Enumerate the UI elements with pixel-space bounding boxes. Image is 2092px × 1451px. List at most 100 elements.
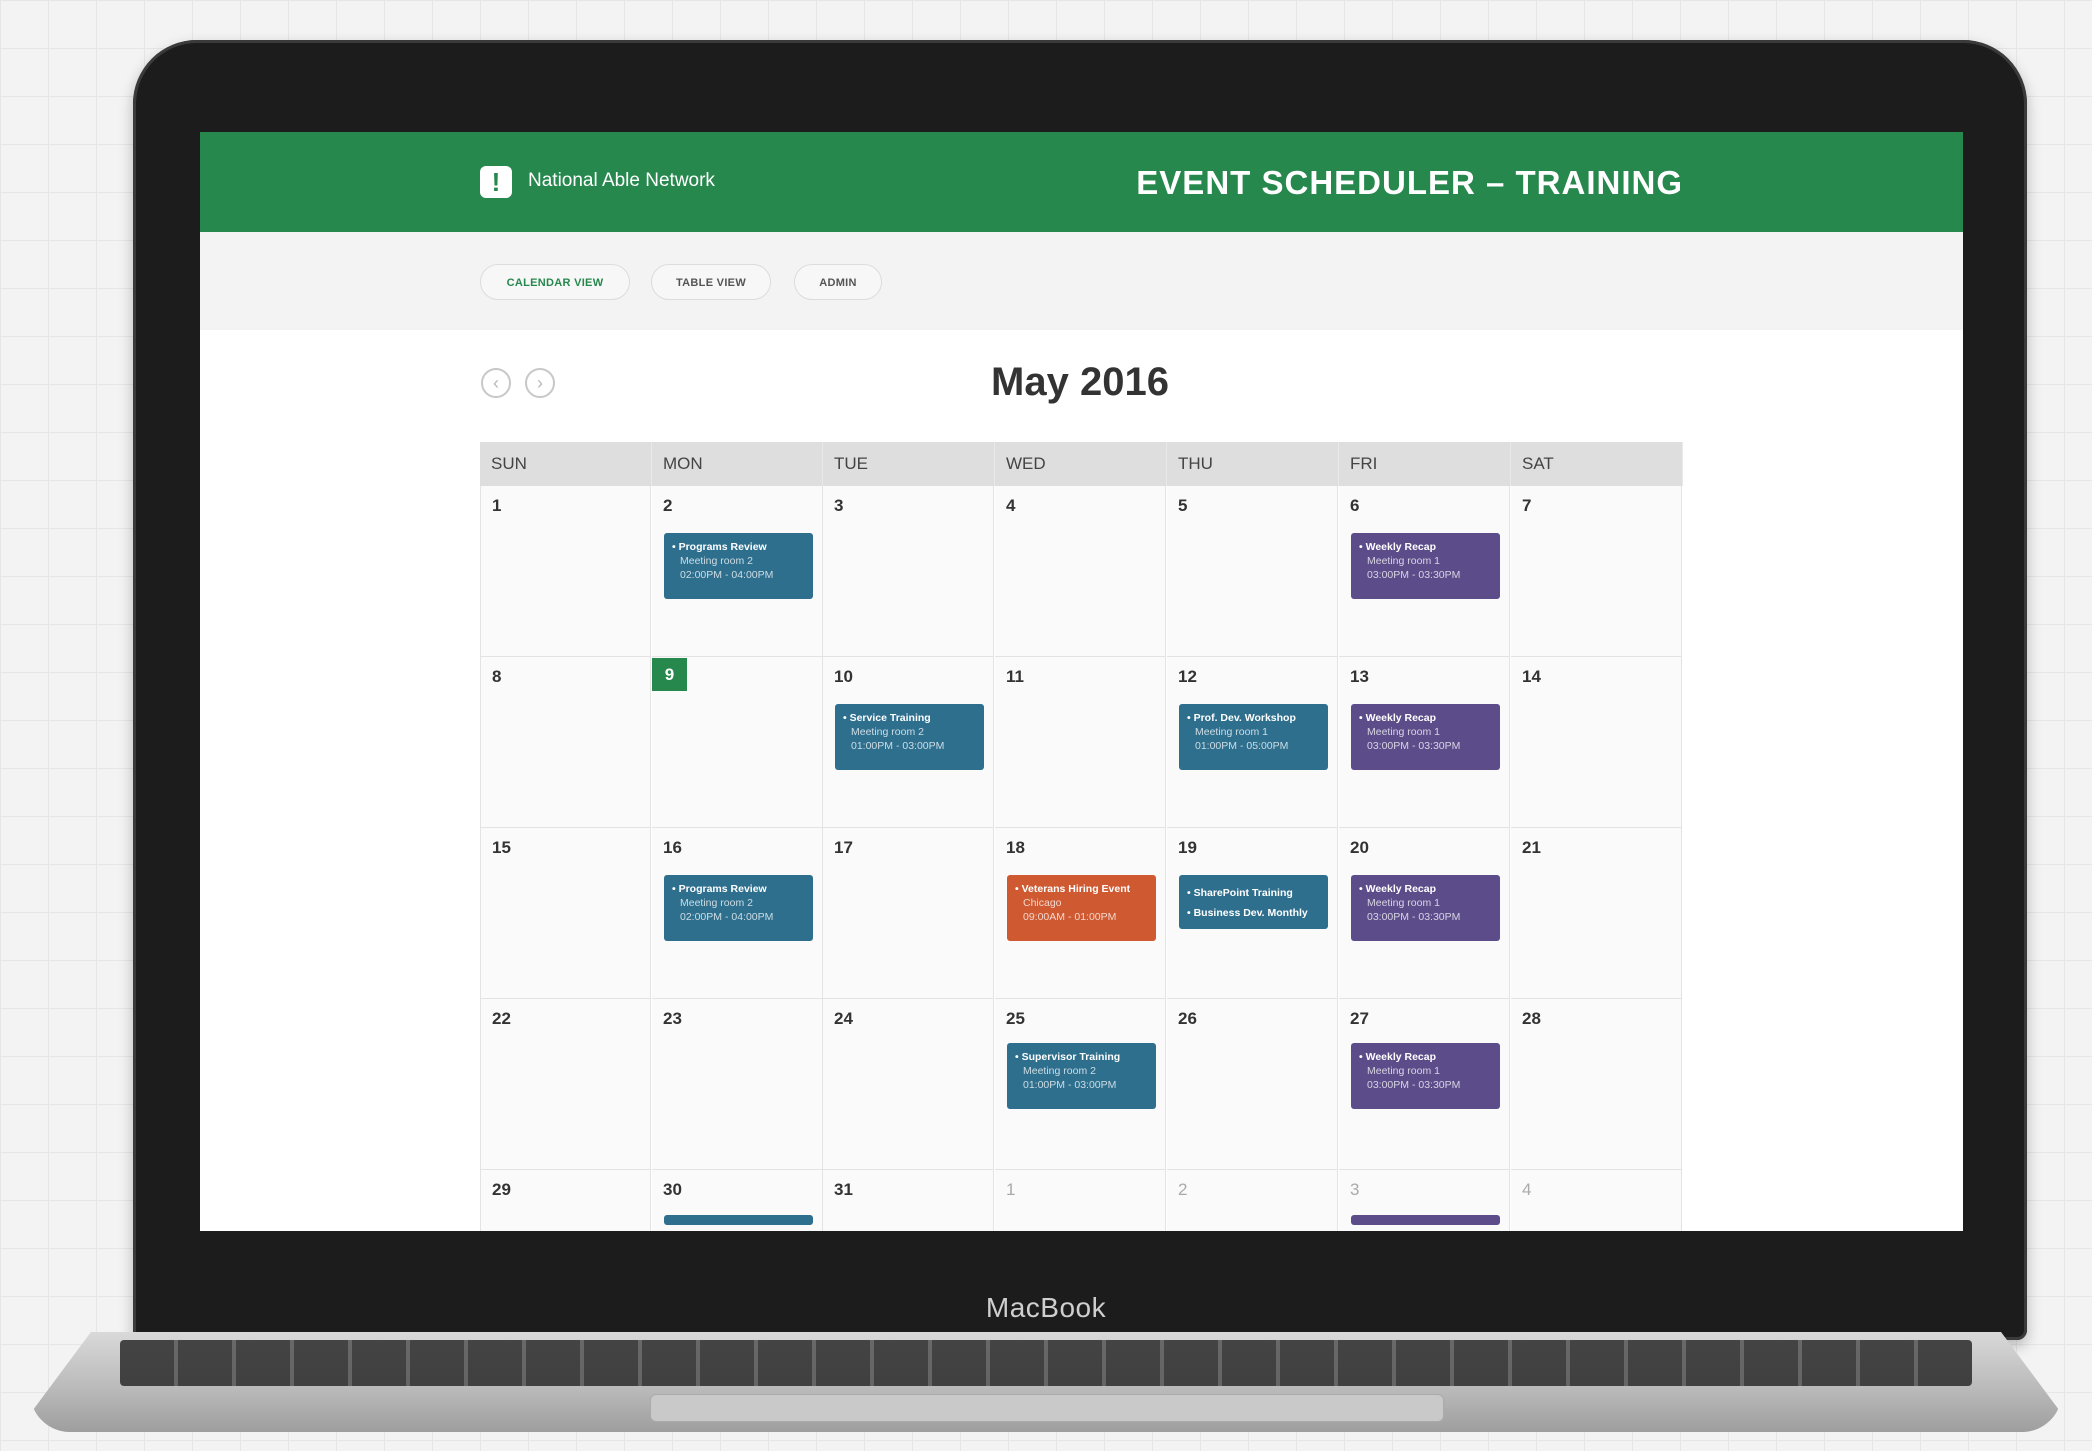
day-number: 4 <box>1006 496 1016 515</box>
weekday-sat: SAT <box>1511 442 1683 486</box>
weekday-sun: SUN <box>480 442 652 486</box>
day-cell[interactable]: 18 • Veterans Hiring Event Chicago 09:00AM… <box>995 828 1166 999</box>
event-veterans-hiring[interactable]: • Veterans Hiring Event Chicago 09:00AM - … <box>1007 875 1156 941</box>
tab-table-view[interactable]: TABLE VIEW <box>651 264 771 300</box>
event-programs-review[interactable]: • Programs Review Meeting room 2 02:00PM -… <box>664 875 813 941</box>
weekday-wed: WED <box>995 442 1167 486</box>
day-cell[interactable]: 26 <box>1167 999 1338 1170</box>
day-cell[interactable]: 19 • SharePoint Training • Business Dev. … <box>1167 828 1338 999</box>
day-number: 11 <box>1006 667 1024 686</box>
day-cell[interactable]: 22 <box>480 999 651 1170</box>
event-partial[interactable] <box>664 1215 813 1225</box>
day-number: 8 <box>492 667 502 686</box>
event-partial[interactable] <box>1351 1215 1500 1225</box>
day-cell[interactable]: 29 <box>480 1170 651 1231</box>
event-multi[interactable]: • SharePoint Training • Business Dev. Mon… <box>1179 875 1328 929</box>
tab-calendar-view[interactable]: CALENDAR VIEW <box>480 264 630 300</box>
event-location: Meeting room 1 <box>1195 726 1268 738</box>
day-cell[interactable]: 10 • Service Training Meeting room 2 01:00… <box>823 657 994 828</box>
event-time: 02:00PM - 04:00PM <box>680 911 774 923</box>
event-weekly-recap[interactable]: • Weekly Recap Meeting room 1 03:00PM - 03… <box>1351 875 1500 941</box>
event-time: 02:00PM - 04:00PM <box>680 569 774 581</box>
day-cell[interactable]: 27 • Weekly Recap Meeting room 1 03:00PM -… <box>1339 999 1510 1170</box>
day-cell[interactable]: 11 <box>995 657 1166 828</box>
event-service-training[interactable]: • Service Training Meeting room 2 01:00PM … <box>835 704 984 770</box>
day-number: 4 <box>1522 1180 1532 1199</box>
day-cell-next-month[interactable]: 1 <box>995 1170 1166 1231</box>
day-number: 1 <box>492 496 502 515</box>
event-location: Meeting room 1 <box>1367 555 1440 567</box>
day-cell[interactable]: 4 <box>995 486 1166 657</box>
day-cell-today[interactable]: 9 <box>652 657 823 828</box>
day-number: 21 <box>1522 838 1541 857</box>
view-tabs: CALENDAR VIEW TABLE VIEW ADMIN <box>200 232 1963 330</box>
weekday-tue: TUE <box>823 442 995 486</box>
day-cell[interactable]: 25 • Supervisor Training Meeting room 2 01… <box>995 999 1166 1170</box>
event-time: 03:00PM - 03:30PM <box>1367 740 1461 752</box>
day-number: 20 <box>1350 838 1369 857</box>
event-location: Meeting room 1 <box>1367 726 1440 738</box>
event-time: 03:00PM - 03:30PM <box>1367 1079 1461 1091</box>
day-number: 13 <box>1350 667 1369 686</box>
day-cell[interactable]: 2 • Programs Review Meeting room 2 02:00PM… <box>652 486 823 657</box>
today-marker: 9 <box>652 658 687 691</box>
event-time: 01:00PM - 03:00PM <box>1023 1079 1117 1091</box>
tab-admin[interactable]: ADMIN <box>794 264 882 300</box>
event-weekly-recap[interactable]: • Weekly Recap Meeting room 1 03:00PM - 03… <box>1351 533 1500 599</box>
day-number: 7 <box>1522 496 1532 515</box>
event-location: Meeting room 1 <box>1367 897 1440 909</box>
day-number: 27 <box>1350 1009 1369 1028</box>
day-cell[interactable]: 5 <box>1167 486 1338 657</box>
event-location: Chicago <box>1023 897 1062 909</box>
event-title: • Service Training <box>843 712 931 724</box>
event-time: 09:00AM - 01:00PM <box>1023 911 1117 923</box>
event-title: • Weekly Recap <box>1359 1051 1437 1063</box>
day-cell[interactable]: 17 <box>823 828 994 999</box>
laptop-keyboard <box>120 1340 1972 1386</box>
day-cell[interactable]: 30 <box>652 1170 823 1231</box>
weekday-fri: FRI <box>1339 442 1511 486</box>
device-label: MacBook <box>985 1292 1107 1323</box>
day-cell[interactable]: 24 <box>823 999 994 1170</box>
event-weekly-recap[interactable]: • Weekly Recap Meeting room 1 03:00PM - 03… <box>1351 704 1500 770</box>
weekday-mon: MON <box>652 442 823 486</box>
day-cell[interactable]: 31 <box>823 1170 994 1231</box>
day-cell[interactable]: 20 • Weekly Recap Meeting room 1 03:00PM -… <box>1339 828 1510 999</box>
day-cell[interactable]: 23 <box>652 999 823 1170</box>
day-cell[interactable]: 8 <box>480 657 651 828</box>
event-title: • Weekly Recap <box>1359 883 1437 895</box>
day-cell[interactable]: 14 <box>1511 657 1682 828</box>
month-title: May 2016 <box>991 360 1169 404</box>
day-cell[interactable]: 1 <box>480 486 651 657</box>
day-number: 19 <box>1178 838 1197 857</box>
day-number: 23 <box>663 1009 682 1028</box>
day-cell[interactable]: 13 • Weekly Recap Meeting room 1 03:00PM -… <box>1339 657 1510 828</box>
app-header: ! National Able Network EVENT SCHEDULER … <box>200 132 1963 232</box>
event-title: • Veterans Hiring Event <box>1015 883 1131 895</box>
day-cell[interactable]: 7 <box>1511 486 1682 657</box>
day-cell[interactable]: 21 <box>1511 828 1682 999</box>
event-title: • Programs Review <box>672 883 767 895</box>
day-number: 6 <box>1350 496 1360 515</box>
event-programs-review[interactable]: • Programs Review Meeting room 2 02:00PM -… <box>664 533 813 599</box>
org-name[interactable]: National Able Network <box>528 170 715 192</box>
day-cell[interactable]: 3 <box>823 486 994 657</box>
day-cell[interactable]: 28 <box>1511 999 1682 1170</box>
day-number: 15 <box>492 838 511 857</box>
day-number: 30 <box>663 1180 682 1199</box>
day-cell[interactable]: 15 <box>480 828 651 999</box>
day-number: 22 <box>492 1009 511 1028</box>
day-cell[interactable]: 6 • Weekly Recap Meeting room 1 03:00PM - … <box>1339 486 1510 657</box>
day-cell-next-month[interactable]: 2 <box>1167 1170 1338 1231</box>
day-cell-next-month[interactable]: 4 <box>1511 1170 1682 1231</box>
event-weekly-recap[interactable]: • Weekly Recap Meeting room 1 03:00PM - 03… <box>1351 1043 1500 1109</box>
day-cell-next-month[interactable]: 3 <box>1339 1170 1510 1231</box>
day-number: 2 <box>663 496 673 515</box>
day-number: 25 <box>1006 1009 1025 1028</box>
event-prof-dev-workshop[interactable]: • Prof. Dev. Workshop Meeting room 1 01:00… <box>1179 704 1328 770</box>
day-cell[interactable]: 16 • Programs Review Meeting room 2 02:00P… <box>652 828 823 999</box>
day-cell[interactable]: 12 • Prof. Dev. Workshop Meeting room 1 01… <box>1167 657 1338 828</box>
event-supervisor-training[interactable]: • Supervisor Training Meeting room 2 01:00… <box>1007 1043 1156 1109</box>
logo-icon[interactable]: ! <box>480 166 512 198</box>
event-title: • Weekly Recap <box>1359 712 1437 724</box>
